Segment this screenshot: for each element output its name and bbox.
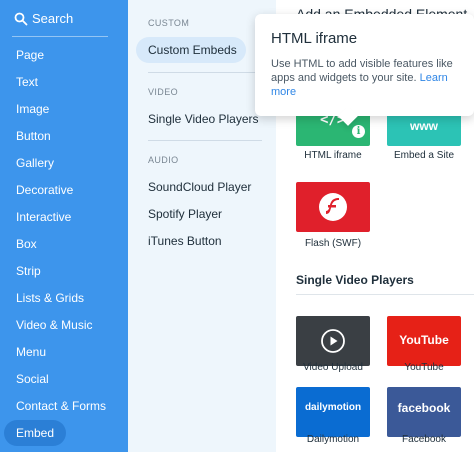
dailymotion-label: Dailymotion: [306, 434, 360, 445]
facebook-label: Facebook: [402, 434, 446, 445]
tooltip-body: Use HTML to add visible features like ap…: [271, 57, 466, 99]
search-button[interactable]: Search: [0, 0, 128, 38]
video-upload-tile[interactable]: [296, 316, 370, 366]
flash-swf-label: Flash (SWF): [304, 238, 362, 249]
www-icon: www: [409, 119, 438, 133]
search-icon: [14, 12, 28, 26]
category-soundcloud-player[interactable]: SoundCloud Player: [148, 180, 251, 194]
flash-swf-tile[interactable]: [296, 182, 370, 232]
sidebar-item-text[interactable]: Text: [16, 75, 38, 89]
sidebar-item-contact-forms[interactable]: Contact & Forms: [16, 399, 106, 413]
sidebar-item-button[interactable]: Button: [16, 129, 51, 143]
html-iframe-label: HTML iframe: [304, 150, 362, 161]
category-custom-embeds[interactable]: Custom Embeds: [148, 43, 237, 57]
sidebar-item-decorative[interactable]: Decorative: [16, 183, 73, 197]
section-header-video: VIDEO: [148, 87, 179, 97]
section-header-custom: CUSTOM: [148, 18, 190, 28]
single-video-players-title: Single Video Players: [296, 273, 414, 287]
html-iframe-tooltip: HTML iframe Use HTML to add visible feat…: [255, 14, 474, 126]
play-icon: [321, 329, 345, 353]
youtube-logo: YouTube: [399, 333, 449, 347]
tooltip-title: HTML iframe: [271, 30, 358, 47]
flash-icon: [319, 193, 347, 221]
category-spotify-player[interactable]: Spotify Player: [148, 207, 222, 221]
dailymotion-tile[interactable]: dailymotion: [296, 387, 370, 437]
sidebar-item-box[interactable]: Box: [16, 237, 37, 251]
search-label: Search: [32, 11, 74, 26]
category-divider: [148, 140, 262, 141]
sidebar-item-menu[interactable]: Menu: [16, 345, 46, 359]
facebook-tile[interactable]: facebook: [387, 387, 461, 437]
info-icon[interactable]: i: [352, 125, 365, 138]
sidebar-item-image[interactable]: Image: [16, 102, 49, 116]
youtube-tile[interactable]: YouTube: [387, 316, 461, 366]
main-sidebar: Search Page Text Image Button Gallery De…: [0, 0, 128, 452]
sidebar-item-embed[interactable]: Embed: [16, 426, 54, 440]
facebook-logo: facebook: [397, 401, 451, 415]
sidebar-item-page[interactable]: Page: [16, 48, 44, 62]
section-header-audio: AUDIO: [148, 155, 179, 165]
section-divider: [296, 294, 474, 295]
video-upload-label: Video Upload: [303, 362, 363, 373]
category-single-video-players[interactable]: Single Video Players: [148, 112, 259, 126]
category-itunes-button[interactable]: iTunes Button: [148, 234, 222, 248]
sidebar-divider: [12, 36, 108, 37]
sidebar-item-gallery[interactable]: Gallery: [16, 156, 54, 170]
youtube-label: YouTube: [404, 362, 444, 373]
sidebar-item-video-music[interactable]: Video & Music: [16, 318, 92, 332]
embed-site-label: Embed a Site: [393, 150, 455, 161]
sidebar-item-lists-grids[interactable]: Lists & Grids: [16, 291, 84, 305]
sidebar-item-interactive[interactable]: Interactive: [16, 210, 71, 224]
sidebar-item-social[interactable]: Social: [16, 372, 49, 386]
category-panel: CUSTOM Custom Embeds VIDEO Single Video …: [128, 0, 276, 452]
dailymotion-logo: dailymotion: [304, 402, 362, 413]
category-divider: [148, 72, 262, 73]
sidebar-item-strip[interactable]: Strip: [16, 264, 41, 278]
